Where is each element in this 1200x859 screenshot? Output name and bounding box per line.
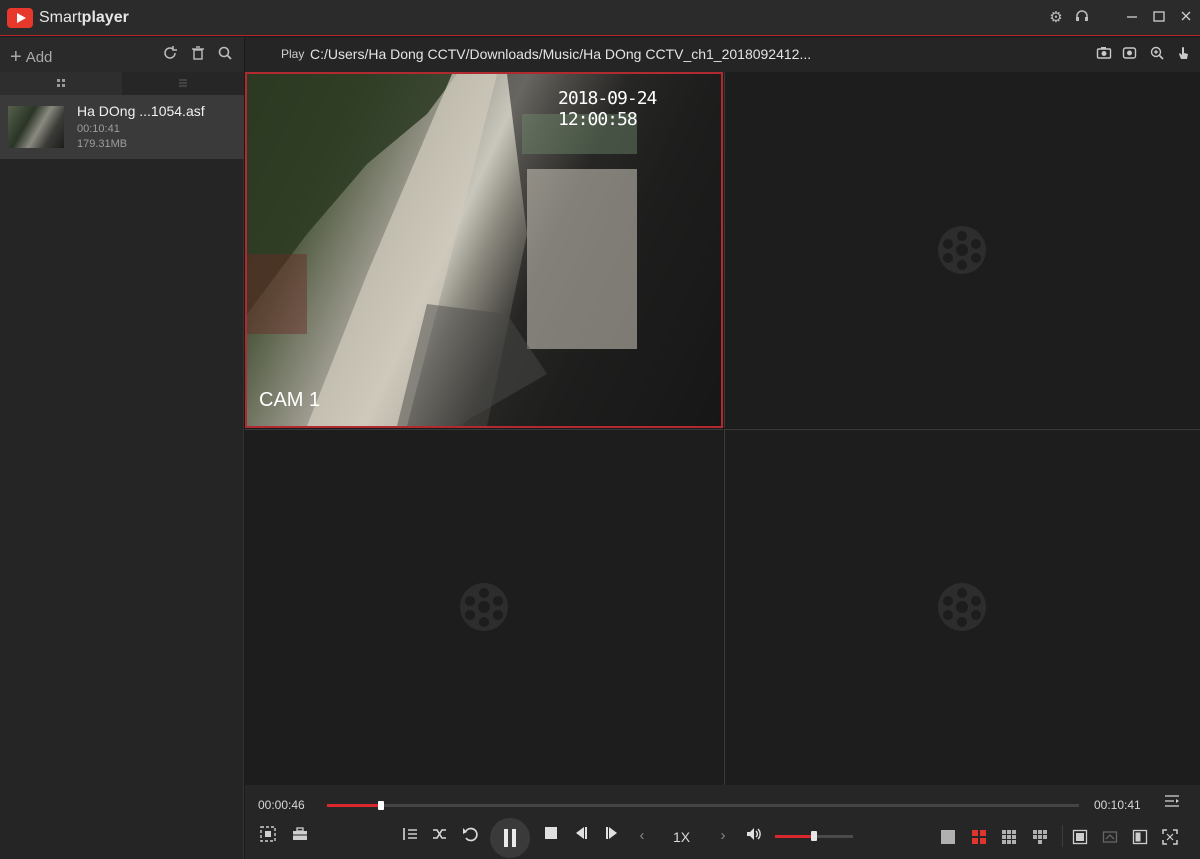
faster-icon[interactable]: › xyxy=(712,825,734,847)
film-reel-icon xyxy=(460,583,508,631)
volume-icon[interactable] xyxy=(743,825,765,847)
film-reel-icon xyxy=(938,226,986,274)
rotate-icon[interactable] xyxy=(1102,829,1118,845)
headset-icon[interactable] xyxy=(1073,9,1091,27)
seek-handle[interactable] xyxy=(378,801,385,810)
video-window-3[interactable] xyxy=(245,429,723,785)
title-bar: Smartplayer ⚙ xyxy=(0,0,1200,36)
app-title: Smartplayer xyxy=(39,9,129,27)
video-thumbnail xyxy=(8,106,64,148)
app-title-bold: player xyxy=(81,9,129,26)
close-icon[interactable] xyxy=(1177,9,1195,27)
refresh-icon[interactable] xyxy=(161,45,179,63)
stop-icon[interactable] xyxy=(540,825,562,847)
volume-level xyxy=(775,835,814,838)
shuffle-icon[interactable] xyxy=(429,825,451,847)
smartplayer-logo xyxy=(7,8,33,28)
total-time: 00:10:41 xyxy=(1094,798,1141,812)
path-bar: Play C:/Users/Ha Dong CCTV/Downloads/Mus… xyxy=(245,37,1200,72)
layout-9-icon[interactable] xyxy=(1001,829,1017,845)
clip-icon[interactable] xyxy=(257,825,279,847)
zoom-icon[interactable] xyxy=(1148,45,1166,63)
rewind-icon[interactable] xyxy=(459,825,481,847)
playlist-toggle-icon[interactable] xyxy=(1161,793,1183,815)
play-label: Play xyxy=(281,47,305,61)
pause-button[interactable] xyxy=(490,818,530,858)
tab-list-view[interactable] xyxy=(122,72,244,95)
slower-icon[interactable]: ‹ xyxy=(631,825,653,847)
add-label: Add xyxy=(25,49,53,66)
file-name: Ha DOng ...1054.asf xyxy=(77,103,205,119)
app-title-light: Smart xyxy=(39,9,82,26)
frame-step-icon[interactable] xyxy=(399,825,421,847)
plus-icon: + xyxy=(10,46,22,68)
video-timestamp: 2018-09-24 12:00:58 xyxy=(558,88,657,130)
split-screen-icon[interactable] xyxy=(1132,829,1148,845)
camera-label: CAM 1 xyxy=(259,389,321,411)
seek-progress xyxy=(327,804,382,807)
volume-handle[interactable] xyxy=(811,831,817,841)
tab-grid-view[interactable] xyxy=(0,72,122,95)
view-mode-tabs xyxy=(0,72,244,95)
hand-icon[interactable] xyxy=(1174,45,1192,63)
step-back-icon[interactable] xyxy=(570,825,592,847)
file-size: 179.31MB xyxy=(77,138,128,150)
speed-value: 1X xyxy=(673,829,691,845)
file-duration: 00:10:41 xyxy=(77,123,120,135)
video-window-4[interactable] xyxy=(724,429,1200,785)
toolbox-icon[interactable] xyxy=(289,825,311,847)
search-icon[interactable] xyxy=(216,45,234,63)
playlist-sidebar: + Add Ha DOng ...1054.asf 00:10:41 179.31… xyxy=(0,37,244,859)
playback-controls: 00:00:46 00:10:41 ‹ 1X › xyxy=(245,785,1200,859)
maximize-icon[interactable] xyxy=(1150,9,1168,27)
video-grid: 2018-09-24 12:00:58 CAM 1 xyxy=(245,72,1200,785)
fit-window-icon[interactable] xyxy=(1072,829,1088,845)
layout-custom-icon[interactable] xyxy=(1032,829,1048,845)
video-frame: 2018-09-24 12:00:58 CAM 1 xyxy=(247,74,721,426)
divider xyxy=(1062,825,1063,847)
minimize-icon[interactable] xyxy=(1123,9,1141,27)
fullscreen-icon[interactable] xyxy=(1162,829,1178,845)
gear-icon[interactable]: ⚙ xyxy=(1047,9,1065,27)
add-button[interactable]: + Add xyxy=(10,45,52,68)
film-reel-icon xyxy=(938,583,986,631)
playlist-item[interactable]: Ha DOng ...1054.asf 00:10:41 179.31MB xyxy=(0,95,244,159)
seek-bar[interactable] xyxy=(327,801,1079,810)
record-icon[interactable] xyxy=(1121,45,1139,63)
file-path: C:/Users/Ha Dong CCTV/Downloads/Music/Ha… xyxy=(310,46,812,62)
trash-icon[interactable] xyxy=(189,45,207,63)
current-time: 00:00:46 xyxy=(258,798,305,812)
step-forward-icon[interactable] xyxy=(601,825,623,847)
layout-1-icon[interactable] xyxy=(940,829,956,845)
volume-slider[interactable] xyxy=(775,831,853,841)
layout-4-icon[interactable] xyxy=(971,829,987,845)
video-window-2[interactable] xyxy=(724,72,1200,428)
video-window-1[interactable]: 2018-09-24 12:00:58 CAM 1 xyxy=(245,72,723,428)
playlist-toolbar: + Add xyxy=(0,37,244,72)
snapshot-icon[interactable] xyxy=(1095,45,1113,63)
